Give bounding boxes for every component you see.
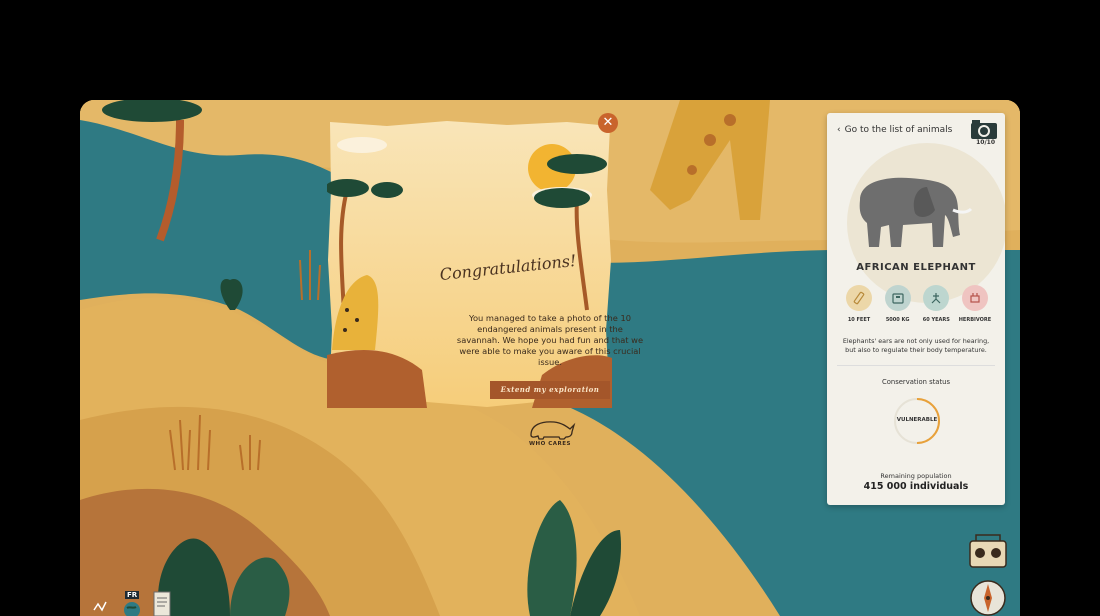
animal-stats: 10 FEET 5000 KG 60 YEARS HERBIVORE [841, 285, 993, 323]
elephant-illustration [859, 177, 973, 247]
camera-icon[interactable] [969, 118, 999, 140]
extend-exploration-button[interactable]: Extend my exploration [490, 381, 610, 399]
animal-info-panel: ‹ Go to the list of animals 10/10 AFRICA… [827, 113, 1005, 505]
lifespan-icon [923, 285, 950, 311]
conservation-status: VULNERABLE [896, 417, 938, 423]
population-label: Remaining population [880, 472, 952, 480]
globe-icon[interactable] [121, 600, 143, 616]
compass-icon[interactable] [968, 578, 1008, 616]
back-to-list-link[interactable]: ‹ Go to the list of animals [837, 125, 952, 135]
stat-weight: 5000 KG [880, 285, 916, 323]
height-icon [846, 285, 872, 311]
conservation-title: Conservation status [882, 378, 950, 386]
stat-lifespan: 60 YEARS [918, 285, 954, 323]
radio-icon[interactable] [968, 533, 1008, 569]
diet-icon [961, 285, 988, 311]
notebook-icon[interactable] [152, 590, 172, 616]
animal-name: AFRICAN ELEPHANT [856, 262, 976, 273]
language-toggle[interactable]: FR [125, 591, 140, 599]
weight-icon [884, 285, 911, 311]
photo-count: 10/10 [976, 139, 995, 146]
rhino-logo-icon [530, 421, 576, 440]
chevron-left-icon: ‹ [837, 125, 841, 135]
congratulations-message: You managed to take a photo of the 10 en… [456, 313, 644, 367]
stat-diet: HERBIVORE [957, 285, 993, 323]
who-cares-logo-text: WHO CARES [528, 441, 571, 447]
back-to-list-label: Go to the list of animals [844, 125, 953, 135]
sound-icon[interactable] [88, 594, 114, 616]
animal-description: Elephants' ears are not only used for he… [842, 337, 990, 354]
panel-divider [837, 365, 995, 366]
population-value: 415 000 individuals [863, 481, 969, 492]
close-modal-button[interactable]: ✕ [598, 113, 618, 133]
stat-height: 10 FEET [841, 285, 877, 323]
